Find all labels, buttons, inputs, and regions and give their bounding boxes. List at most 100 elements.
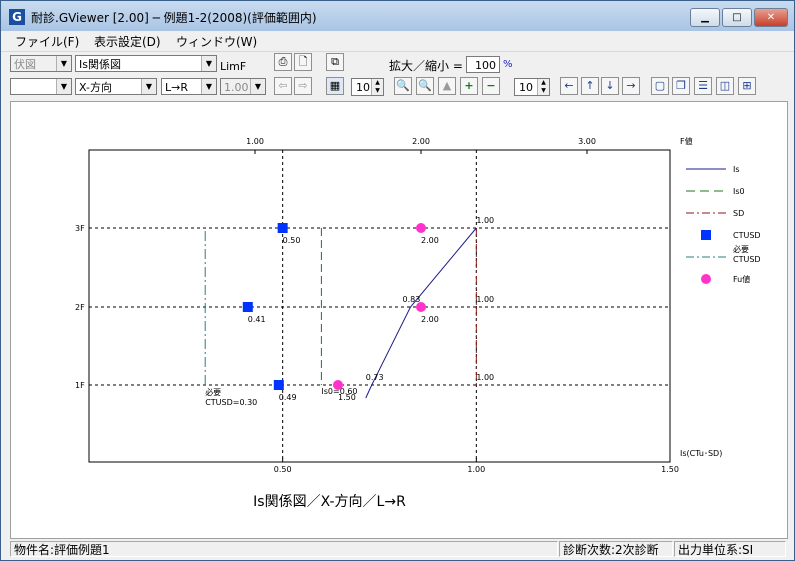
x2-tick-label: 2.00 [412, 137, 430, 146]
legend-label: SD [733, 209, 744, 218]
zoom-label: 拡大／縮小 = [389, 59, 463, 73]
zoom-fit-icon[interactable]: 🔍 [394, 77, 412, 95]
arrow-right-icon[interactable]: ⇨ [294, 77, 312, 95]
main-window: G 耐診.GViewer [2.00] ─ 例題1-2(2008)(評価範囲内)… [0, 0, 795, 561]
chevron-down-icon[interactable]: ▼ [141, 79, 156, 94]
single-view-icon[interactable]: ▢ [651, 77, 669, 95]
is-value-label: 0.73 [366, 373, 384, 382]
sd-value-label: 1.00 [476, 373, 494, 382]
y-tick-label: 3F [75, 224, 85, 233]
spinner-updown-icon[interactable]: ▲ ▼ [371, 79, 383, 95]
chart-type-select[interactable]: Is関係図 ▼ [75, 55, 217, 72]
zoom-value: 100 [475, 59, 496, 72]
direction-value: X-方向 [79, 81, 112, 94]
ctusd-marker [242, 302, 253, 312]
menu-file[interactable]: ファイル(F) [15, 33, 79, 50]
y-tick-label: 2F [75, 303, 85, 312]
zoom-in-icon[interactable]: + [460, 77, 478, 95]
chevron-down-icon[interactable]: ▼ [201, 56, 216, 71]
zoom-reset-icon[interactable]: 🔍 [416, 77, 434, 95]
step-value: 10 [356, 81, 370, 94]
fu-value-label: 1.50 [338, 393, 356, 402]
x-tick-label: 1.00 [467, 465, 485, 474]
zoom-out-icon[interactable]: − [482, 77, 500, 95]
lr-select[interactable]: L→R ▼ [161, 78, 217, 95]
x-tick-label: 0.50 [274, 465, 292, 474]
move-step-value: 10 [519, 81, 533, 94]
zoom-unit: % [503, 59, 513, 70]
tile-grid-icon[interactable]: ⊞ [738, 77, 756, 95]
chevron-down-icon: ▼ [250, 79, 265, 94]
chevron-down-icon: ▼ [56, 56, 71, 71]
legend-swatch-circle [701, 274, 711, 284]
print-icon[interactable]: ⎙ [274, 53, 292, 71]
direction-select[interactable]: X-方向 ▼ [75, 78, 157, 95]
limf-value: 1.00 [224, 81, 249, 94]
legend-label: CTUSD [733, 255, 761, 264]
status-output-units: 出力単位系:SI [674, 541, 786, 557]
minimize-button[interactable]: ▁ [690, 8, 720, 27]
spinner-updown-icon[interactable]: ▲ ▼ [537, 79, 549, 95]
move-down-icon[interactable]: ↓ [601, 77, 619, 95]
fu-marker [333, 380, 343, 390]
chart-settings-icon[interactable]: ▦ [326, 77, 344, 95]
print-preview-icon[interactable]: 🗋 [294, 53, 312, 71]
is-relation-chart: 1F 2F 3F 0.50 1.00 1.50 1.00 2.00 3.00 F値 Is(CTu･S… [75, 136, 761, 510]
ctusd-marker [277, 223, 288, 233]
move-right-icon[interactable]: → [622, 77, 640, 95]
tile-horizontal-icon[interactable]: ☰ [694, 77, 712, 95]
step-spinner[interactable]: 10 ▲ ▼ [351, 78, 384, 96]
title-bar[interactable]: G 耐診.GViewer [2.00] ─ 例題1-2(2008)(評価範囲内)… [1, 1, 794, 31]
menu-view[interactable]: 表示設定(D) [94, 33, 161, 50]
menu-bar: ファイル(F) 表示設定(D) ウィンドウ(W) [1, 31, 794, 52]
ctusd-value-label: 0.41 [248, 315, 266, 324]
x2-axis-label: F値 [680, 136, 693, 146]
copy-icon[interactable]: ⧉ [326, 53, 344, 71]
x-axis-label: Is(CTu･SD) [680, 449, 722, 458]
legend-label: Fu値 [733, 274, 750, 284]
blank-select[interactable]: ▼ [10, 78, 72, 95]
move-step-spinner[interactable]: 10 ▲ ▼ [514, 78, 550, 96]
image-icon[interactable]: ▲ [438, 77, 456, 95]
cascade-view-icon[interactable]: ❐ [672, 77, 690, 95]
move-left-icon[interactable]: ← [560, 77, 578, 95]
required-ctusd-value-label: CTUSD=0.30 [205, 398, 257, 407]
fu-marker [416, 302, 426, 312]
limf-label: LimF [220, 60, 247, 73]
arrow-left-icon[interactable]: ⇦ [274, 77, 292, 95]
required-ctusd-label: 必要 [205, 387, 221, 397]
chevron-down-icon[interactable]: ▼ [201, 79, 216, 94]
ctusd-value-label: 0.50 [283, 236, 301, 245]
view-select: 伏図 ▼ [10, 55, 72, 72]
is-value-label: 0.83 [402, 295, 420, 304]
fu-value-label: 2.00 [421, 236, 439, 245]
menu-window[interactable]: ウィンドウ(W) [176, 33, 257, 50]
move-up-icon[interactable]: ↑ [581, 77, 599, 95]
close-button[interactable]: ✕ [754, 8, 788, 27]
plot-frame [88, 149, 671, 463]
maximize-button[interactable]: □ [722, 8, 752, 27]
sd-value-label: 1.00 [476, 295, 494, 304]
legend-swatch-square [701, 230, 711, 240]
limf-select: 1.00 ▼ [220, 78, 266, 95]
fu-value-label: 2.00 [421, 315, 439, 324]
x2-tick-label: 3.00 [578, 137, 596, 146]
legend-label: 必要 [733, 244, 749, 254]
x-tick-label: 1.50 [661, 465, 679, 474]
x2-tick-label: 1.00 [246, 137, 264, 146]
ctusd-value-label: 0.49 [279, 393, 297, 402]
zoom-input[interactable]: 100 [466, 56, 500, 73]
tile-vertical-icon[interactable]: ◫ [716, 77, 734, 95]
sd-value-label: 1.00 [476, 216, 494, 225]
chart-title: Is関係図／X-方向／L→R [253, 494, 406, 510]
view-select-value: 伏図 [14, 58, 36, 71]
fu-marker [416, 223, 426, 233]
chevron-down-icon[interactable]: ▼ [56, 79, 71, 94]
app-icon[interactable]: G [9, 9, 25, 25]
status-diagnosis-order: 診断次数:2次診断 [559, 541, 673, 557]
lr-value: L→R [165, 81, 188, 94]
chart-canvas[interactable]: 1F 2F 3F 0.50 1.00 1.50 1.00 2.00 3.00 F値 Is(CTu･S… [10, 101, 788, 539]
legend-label: Is0 [733, 187, 745, 196]
y-tick-label: 1F [75, 381, 85, 390]
ctusd-marker [273, 380, 284, 390]
